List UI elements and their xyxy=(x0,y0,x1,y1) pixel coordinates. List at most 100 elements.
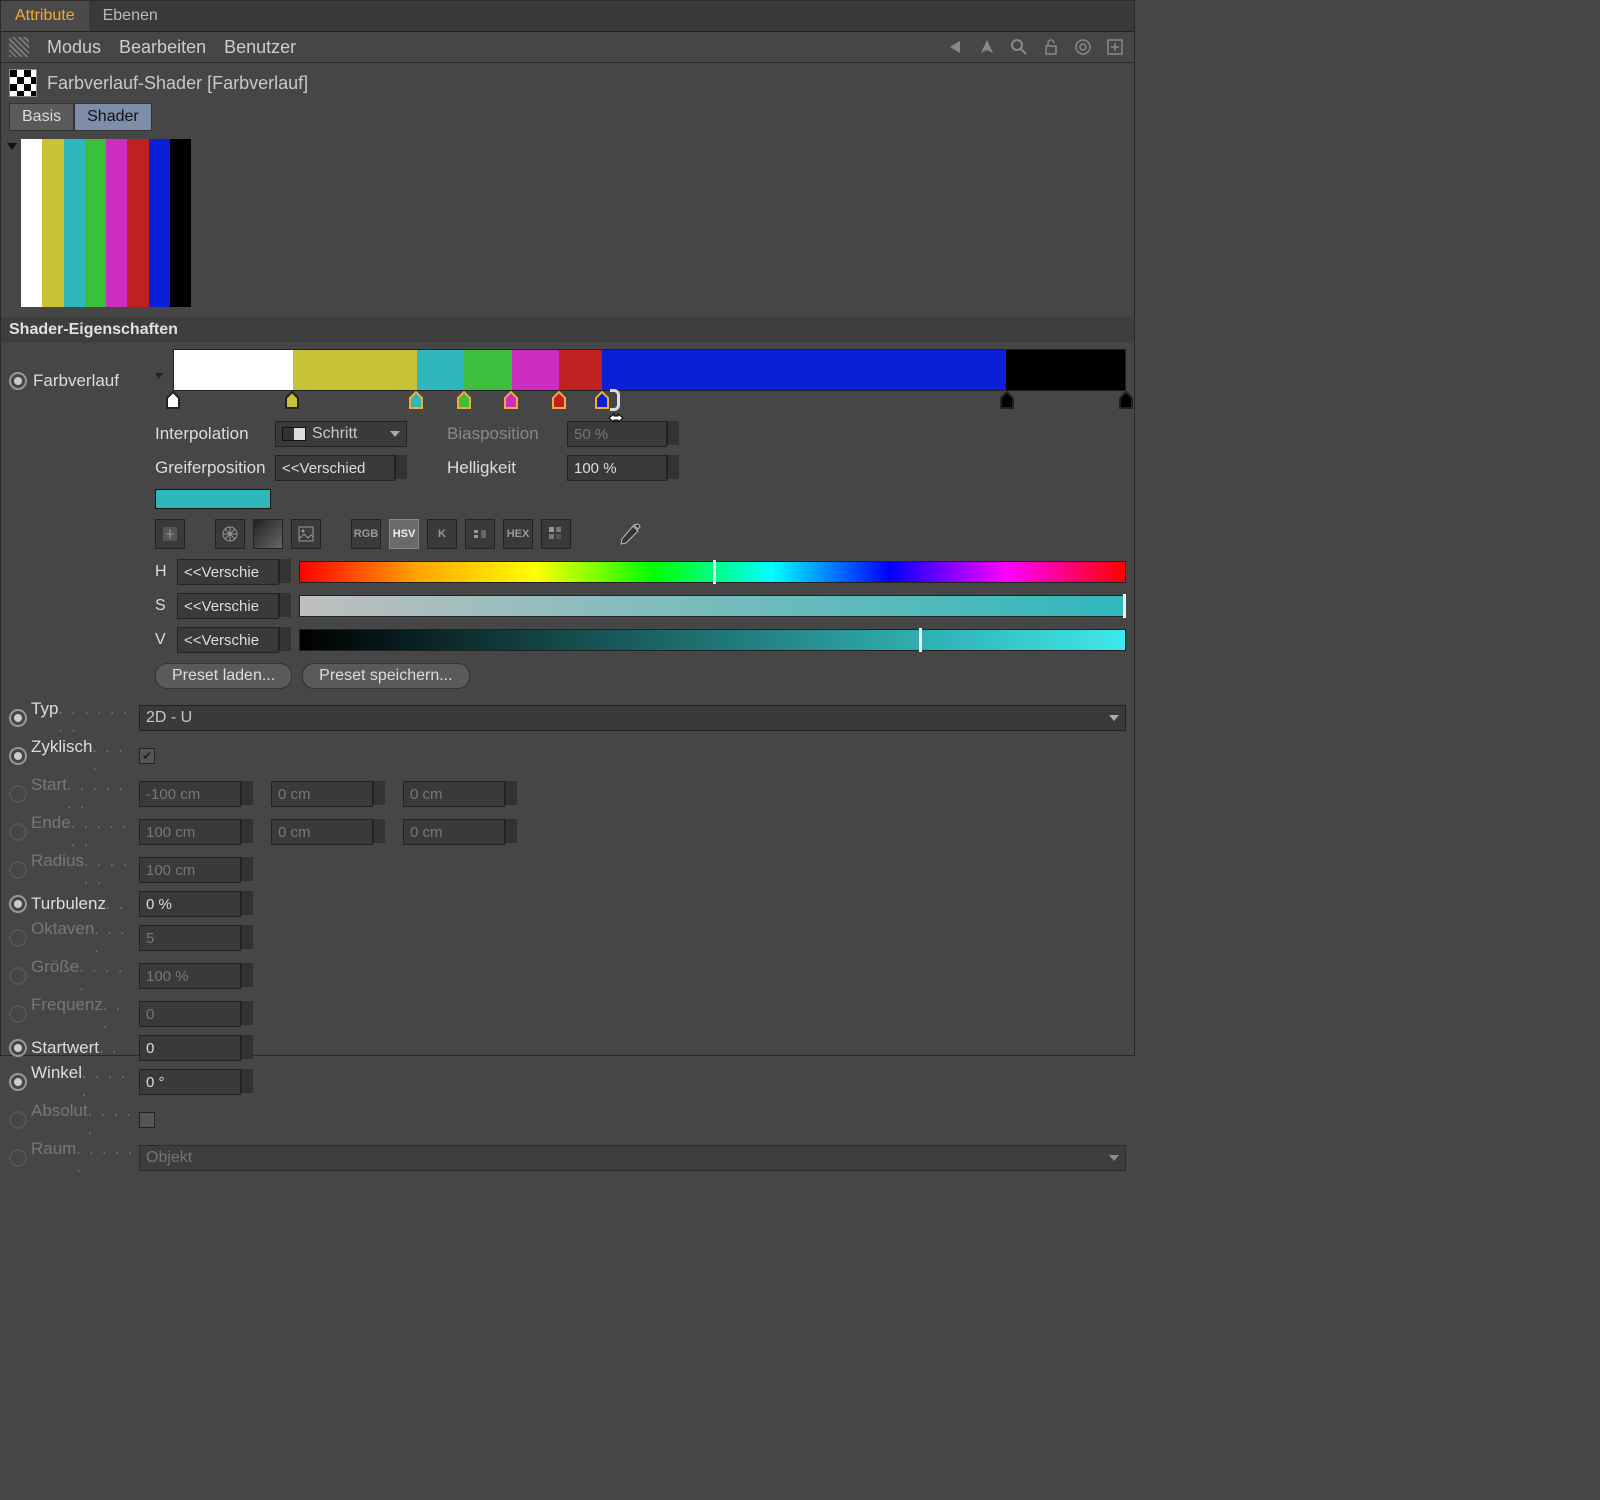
mode-hsv[interactable]: HSV xyxy=(389,519,419,549)
input-startwert[interactable]: 0 xyxy=(139,1035,241,1061)
anim-dot-raum xyxy=(9,1149,27,1167)
label-startwert: Startwert xyxy=(31,1038,99,1058)
typ-value: 2D - U xyxy=(146,709,192,727)
menu-benutzer[interactable]: Benutzer xyxy=(224,37,296,58)
sub-tabs: Basis Shader xyxy=(1,103,1134,137)
spinner-v[interactable] xyxy=(279,627,291,651)
slider-v[interactable] xyxy=(299,629,1126,651)
spinner-oktaven xyxy=(241,925,253,949)
nav-up-icon[interactable] xyxy=(976,36,998,58)
dropdown-typ[interactable]: 2D - U xyxy=(139,705,1126,731)
lock-icon[interactable] xyxy=(1040,36,1062,58)
gradient-stop-0[interactable] xyxy=(166,391,180,409)
checkbox-absolut xyxy=(139,1112,155,1128)
mode-k[interactable]: K xyxy=(427,519,457,549)
input-greiferposition[interactable]: <<Verschied xyxy=(275,455,395,481)
new-element-icon[interactable] xyxy=(1104,36,1126,58)
gradient-stop-7[interactable] xyxy=(1000,391,1014,409)
slider-s-handle[interactable] xyxy=(1123,594,1126,618)
label-s: S xyxy=(155,597,169,615)
picker-mode-1-icon[interactable] xyxy=(155,519,185,549)
selection-end-bracket[interactable] xyxy=(610,389,620,411)
label-oktaven: Oktaven xyxy=(31,919,94,939)
input-turbulenz[interactable]: 0 % xyxy=(139,891,241,917)
label-frequenz: Frequenz xyxy=(31,995,103,1015)
input-v[interactable]: <<Verschie xyxy=(177,627,279,653)
mixer-icon[interactable] xyxy=(465,519,495,549)
anim-dot-startwert[interactable] xyxy=(9,1039,27,1057)
mode-icon[interactable] xyxy=(9,37,29,57)
gradient-stop-5[interactable] xyxy=(552,391,566,409)
gradient-stop-6[interactable] xyxy=(595,391,609,409)
gradient-menu-icon[interactable] xyxy=(155,373,163,379)
slider-h[interactable] xyxy=(299,561,1126,583)
color-wheel-icon[interactable] xyxy=(215,519,245,549)
label-biasposition: Biasposition xyxy=(447,424,557,444)
gradient-stop-1[interactable] xyxy=(285,391,299,409)
spinner-greiferposition[interactable] xyxy=(395,455,407,479)
spinner-start-y xyxy=(373,781,385,805)
subtab-basis[interactable]: Basis xyxy=(9,103,74,131)
chevron-down-icon xyxy=(1109,715,1119,721)
step-icon xyxy=(282,427,306,441)
dropdown-raum: Objekt xyxy=(139,1145,1126,1171)
checkbox-zyklisch[interactable] xyxy=(139,748,155,764)
gradient-stop-2[interactable] xyxy=(409,391,423,409)
spinner-s[interactable] xyxy=(279,593,291,617)
anim-dot-absolut xyxy=(9,1111,27,1129)
menu-bearbeiten[interactable]: Bearbeiten xyxy=(119,37,206,58)
preview-menu-icon[interactable] xyxy=(7,143,17,150)
spinner-turbulenz[interactable] xyxy=(241,891,253,915)
spinner-ende-z xyxy=(505,819,517,843)
mode-rgb[interactable]: RGB xyxy=(351,519,381,549)
input-winkel[interactable]: 0 ° xyxy=(139,1069,241,1095)
anim-dot-winkel[interactable] xyxy=(9,1073,27,1091)
anim-dot-typ[interactable] xyxy=(9,709,27,727)
button-preset-load[interactable]: Preset laden... xyxy=(155,663,292,689)
mode-hex[interactable]: HEX xyxy=(503,519,533,549)
color-swatch[interactable] xyxy=(155,489,271,509)
slider-h-handle[interactable] xyxy=(713,560,716,584)
swatches-icon[interactable] xyxy=(541,519,571,549)
spinner-radius xyxy=(241,857,253,881)
gradient-bar[interactable] xyxy=(173,349,1126,391)
gradient-stops[interactable] xyxy=(173,391,1126,413)
spinner-helligkeit[interactable] xyxy=(667,455,679,479)
dropdown-interpolation[interactable]: Schritt xyxy=(275,421,407,447)
eyedropper-icon[interactable] xyxy=(617,521,643,547)
anim-dot-groesse xyxy=(9,967,27,985)
anim-dot-zyklisch[interactable] xyxy=(9,747,27,765)
chevron-down-icon xyxy=(390,431,400,437)
input-helligkeit[interactable]: 100 % xyxy=(567,455,667,481)
spinner-startwert[interactable] xyxy=(241,1035,253,1059)
search-icon[interactable] xyxy=(1008,36,1030,58)
spinner-ende-y xyxy=(373,819,385,843)
label-v: V xyxy=(155,631,169,649)
tab-ebenen[interactable]: Ebenen xyxy=(89,1,172,31)
slider-v-handle[interactable] xyxy=(919,628,922,652)
gradient-stop-8[interactable] xyxy=(1119,391,1133,409)
spectrum-icon[interactable] xyxy=(253,519,283,549)
subtab-shader[interactable]: Shader xyxy=(74,103,152,131)
gradient-stop-3[interactable] xyxy=(457,391,471,409)
button-preset-save[interactable]: Preset speichern... xyxy=(302,663,469,689)
anim-dot-farbverlauf[interactable] xyxy=(9,372,27,390)
shader-preview xyxy=(21,139,191,307)
input-s[interactable]: <<Verschie xyxy=(177,593,279,619)
label-winkel: Winkel xyxy=(31,1063,82,1083)
image-picker-icon[interactable] xyxy=(291,519,321,549)
spinner-winkel[interactable] xyxy=(241,1069,253,1093)
chevron-down-icon xyxy=(1109,1155,1119,1161)
target-icon[interactable] xyxy=(1072,36,1094,58)
spinner-h[interactable] xyxy=(279,559,291,583)
menu-modus[interactable]: Modus xyxy=(47,37,101,58)
input-oktaven: 5 xyxy=(139,925,241,951)
slider-s[interactable] xyxy=(299,595,1126,617)
label-interpolation: Interpolation xyxy=(155,424,265,444)
tab-attribute[interactable]: Attribute xyxy=(1,1,89,31)
gradient-stop-4[interactable] xyxy=(504,391,518,409)
nav-back-icon[interactable] xyxy=(944,36,966,58)
input-h[interactable]: <<Verschie xyxy=(177,559,279,585)
spinner-start-x xyxy=(241,781,253,805)
anim-dot-turbulenz[interactable] xyxy=(9,895,27,913)
